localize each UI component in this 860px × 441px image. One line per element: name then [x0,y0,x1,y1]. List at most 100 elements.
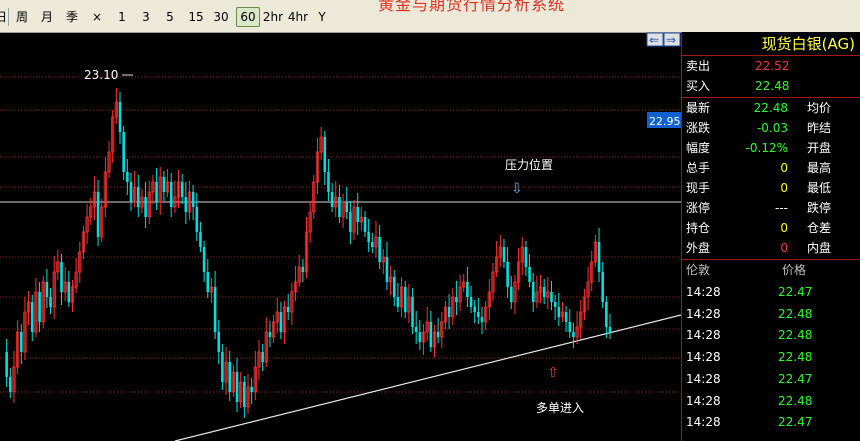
candle-body [129,182,133,202]
stat-row: 涨停 --- 跌停 [682,198,860,218]
candle-body [528,267,531,282]
tick-row: 14:28 22.47 [682,412,860,432]
support-trendline [174,314,681,441]
down-arrow-icon: ⇩ [511,181,523,197]
candle-body [480,317,484,322]
period-button-8[interactable]: 15 [186,8,206,26]
candle-body [261,352,264,362]
stat-row: 外盘 0 内盘 [682,238,860,258]
quote-row-ask: 卖出 22.52 [682,56,860,76]
period-button-2[interactable]: 月 [39,8,55,26]
candle-body [531,282,535,302]
period-button-10[interactable]: 60 [236,7,260,27]
candle-body [477,312,480,317]
stat-value: --- [775,201,788,215]
quote-label: 卖出 [686,59,711,73]
candle-body [601,272,604,302]
tick-price: 22.48 [778,328,813,343]
stat-label-right: 昨结 [807,121,832,135]
candle-body [217,332,221,352]
tick-time: 14:28 [686,350,721,365]
tick-row: 14:28 22.48 [682,391,860,411]
stat-value: -0.03 [756,121,788,135]
candle-body [429,322,433,347]
candle-body [414,327,418,332]
candle-body [184,197,188,212]
ticks-header-price: 价格 [782,263,807,277]
toolbar-separator [8,8,9,26]
stat-row: 涨跌 -0.03 昨结 [682,118,860,138]
stat-label-right: 最低 [807,181,832,195]
tick-row: 14:28 22.48 [682,304,860,324]
candlestick-chart[interactable]: 23.10 22.95 ⇐ ⇒ 压力位置 ⇩ ⇧ 多单进入 [0,32,681,441]
candle-body [542,287,546,297]
instrument-title: 现货白银(AG) [761,35,855,53]
stat-label: 幅度 [686,141,711,155]
candle-body [367,232,370,242]
tick-time: 14:28 [686,306,721,321]
candle-body [605,302,608,327]
candle-body [301,267,305,272]
tick-price: 22.48 [778,306,813,321]
candle-body [60,262,63,292]
candle-body [235,372,239,402]
candle-body [469,297,473,307]
candle-body [126,172,129,182]
candle-body [568,322,572,332]
period-button-7[interactable]: 5 [164,8,176,26]
price-tag-value: 22.95 [649,115,681,128]
period-button-1[interactable]: 周 [14,8,30,26]
period-button-0[interactable]: 日 [0,8,8,26]
candle-body [330,192,334,207]
long-entry-label: 多单进入 [536,401,584,415]
tick-row: 14:28 22.48 [682,347,860,367]
nav-left-icon[interactable]: ⇐ [649,33,659,47]
candle-body [155,182,158,202]
stat-label: 外盘 [686,241,711,255]
period-button-6[interactable]: 3 [140,8,152,26]
period-button-12[interactable]: 4hr [286,8,310,26]
period-button-4[interactable]: × [92,8,102,26]
candle-body [45,282,49,297]
tick-price: 22.47 [778,285,813,299]
candle-body [5,352,8,377]
period-button-9[interactable]: 30 [211,8,231,26]
quote-label: 买入 [686,79,711,93]
candle-body [169,182,173,207]
stat-value: 0 [780,221,788,235]
candle-body [550,292,553,302]
candle-body [557,307,561,317]
stat-row: 持仓 0 仓差 [682,218,860,238]
period-button-5[interactable]: 1 [116,8,128,26]
candle-body [323,137,327,172]
candle-body [363,217,367,232]
candle-body [136,187,140,207]
candle-body [49,297,52,307]
period-button-3[interactable]: 季 [64,8,80,26]
high-price-label: 23.10 [84,68,118,82]
candle-body [38,292,41,322]
period-button-13[interactable]: Y [315,8,329,26]
tick-price: 22.48 [778,350,813,365]
stat-row: 幅度 -0.12% 开盘 [682,138,860,158]
stat-label: 涨停 [686,201,711,215]
period-button-11[interactable]: 2hr [262,8,284,26]
candle-body [356,207,359,222]
nav-right-icon[interactable]: ⇒ [666,33,676,47]
tick-time: 14:28 [686,285,721,299]
tick-price: 22.47 [778,415,813,430]
candle-body [268,332,272,337]
tick-price: 22.48 [778,393,813,408]
candle-body [345,202,349,212]
tick-time: 14:28 [686,328,721,343]
candle-body [403,287,407,312]
quote-panel: 现货白银(AG) 卖出 22.52 买入 22.48 最新 22.48 均价 涨跌 -0.03 昨… [681,32,860,441]
quote-value: 22.52 [755,59,790,73]
candle-body [338,197,341,217]
candle-body [279,312,283,332]
stat-label-right: 开盘 [807,141,832,155]
quote-value: 22.48 [755,79,790,93]
candle-body [473,307,477,312]
quote-row-bid: 买入 22.48 [682,76,860,96]
stat-value: 22.48 [753,101,788,115]
